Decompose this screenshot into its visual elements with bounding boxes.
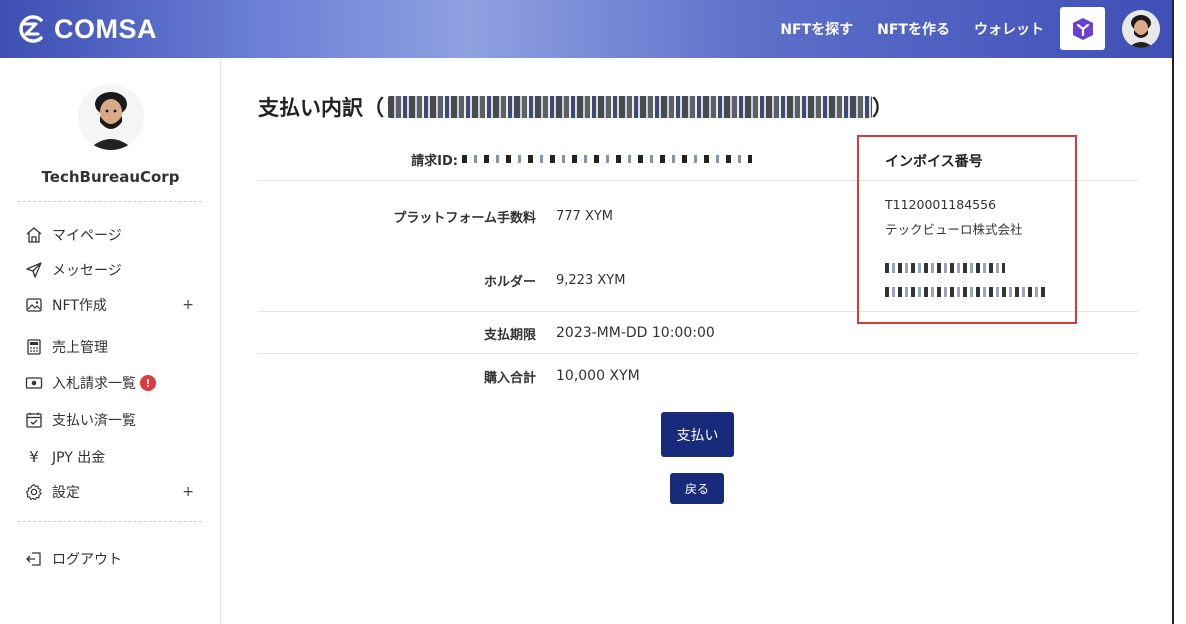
page-title-text: 支払い内訳（ [258,96,384,120]
sidebar-item-jpy-withdraw[interactable]: ¥ JPY 出金 [24,445,200,469]
gear-icon [24,482,44,502]
sidebar-divider [18,521,202,522]
image-icon [24,295,44,315]
yen-icon: ¥ [29,448,39,466]
sidebar-item-settings[interactable]: 設定 + [24,480,200,504]
sidebar-item-label: マイページ [52,228,122,244]
profile-avatar-icon [78,84,144,150]
sidebar: TechBureauCorp マイページ メッセージ NFT作成 + 売上管理 … [0,58,221,624]
sidebar-item-label: JPY 出金 [52,450,106,466]
expand-plus-icon[interactable]: + [182,484,194,500]
platform-fee-label: プラットフォーム手数料 [393,210,536,226]
sidebar-item-label: 設定 [52,485,80,501]
sidebar-item-bid-invoices[interactable]: 入札請求一覧 ! [24,371,200,395]
logout-button[interactable]: ログアウト [24,547,200,571]
holder-value: 9,223 XYM [556,272,626,288]
due-date-label: 支払期限 [483,327,536,343]
wallet-connect-button[interactable] [1060,7,1105,50]
calendar-check-icon [24,410,44,430]
holder-row: ホルダー 9,223 XYM [258,270,854,290]
redacted-invoice-number [885,263,1005,273]
sidebar-item-nft-create[interactable]: NFT作成 + [24,293,200,317]
sidebar-item-mypage[interactable]: マイページ [24,223,200,247]
invoice-title: インボイス番号 [885,154,983,170]
nav-wallet[interactable]: ウォレット [974,19,1044,39]
sidebar-item-sales[interactable]: 売上管理 [24,335,200,359]
divider [258,353,1138,354]
platform-fee-row: プラットフォーム手数料 777 XYM [258,206,854,226]
total-value: 10,000 XYM [556,368,640,384]
expand-plus-icon[interactable]: + [182,297,194,313]
request-id-label: 請求ID: [411,153,458,169]
top-header: COMSA NFTを探す NFTを作る ウォレット [0,0,1172,58]
send-icon [24,260,44,280]
header-avatar[interactable] [1122,10,1160,48]
sidebar-item-label: 売上管理 [52,340,108,356]
total-row: 購入合計 10,000 XYM [258,366,854,386]
nav-create-nft[interactable]: NFTを作る [877,19,950,39]
comsa-logo-icon [19,15,43,43]
nav-explore-nft[interactable]: NFTを探す [780,19,853,39]
profile-username: TechBureauCorp [41,168,180,186]
redacted-invoice-company [885,287,1045,297]
sidebar-item-paid-list[interactable]: 支払い済一覧 [24,408,200,432]
top-nav: NFTを探す NFTを作る ウォレット [780,0,1044,58]
notification-badge: ! [140,375,156,391]
sidebar-item-messages[interactable]: メッセージ [24,258,200,282]
comsa-logo[interactable]: COMSA [14,12,157,46]
invoice-number: T1120001184556 [885,197,997,212]
profile-avatar[interactable] [78,84,144,150]
calculator-icon [24,337,44,357]
invoice-company: テックビューロ株式会社 [885,222,1023,237]
redacted-title-id [388,96,872,118]
cash-icon [24,373,44,393]
request-id-row: 請求ID: [258,150,854,169]
page-title: 支払い内訳（ ） [258,92,893,122]
sidebar-item-label: 支払い済一覧 [52,413,136,429]
redacted-request-id [462,155,752,163]
pay-button[interactable]: 支払い [661,412,734,457]
logo-text: COMSA [54,13,157,44]
sidebar-item-label: メッセージ [52,263,122,279]
back-button[interactable]: 戻る [670,473,724,504]
due-date-row: 支払期限 2023-MM-DD 10:00:00 [258,323,854,343]
user-avatar-icon [1122,10,1160,48]
logout-icon [24,549,44,569]
invoice-number-box: インボイス番号 T1120001184556 テックビューロ株式会社 [857,135,1077,324]
sidebar-item-label: 入札請求一覧 [52,376,136,392]
page-title-close: ） [872,96,893,120]
total-label: 購入合計 [483,370,536,386]
sidebar-divider [18,201,202,202]
home-icon [24,225,44,245]
due-date-value: 2023-MM-DD 10:00:00 [556,325,715,341]
logout-label: ログアウト [52,552,122,568]
symbol-wallet-icon [1072,17,1093,40]
window-edge [1172,0,1186,624]
sidebar-item-label: NFT作成 [52,298,107,314]
platform-fee-value: 777 XYM [556,208,614,224]
holder-label: ホルダー [483,274,536,290]
